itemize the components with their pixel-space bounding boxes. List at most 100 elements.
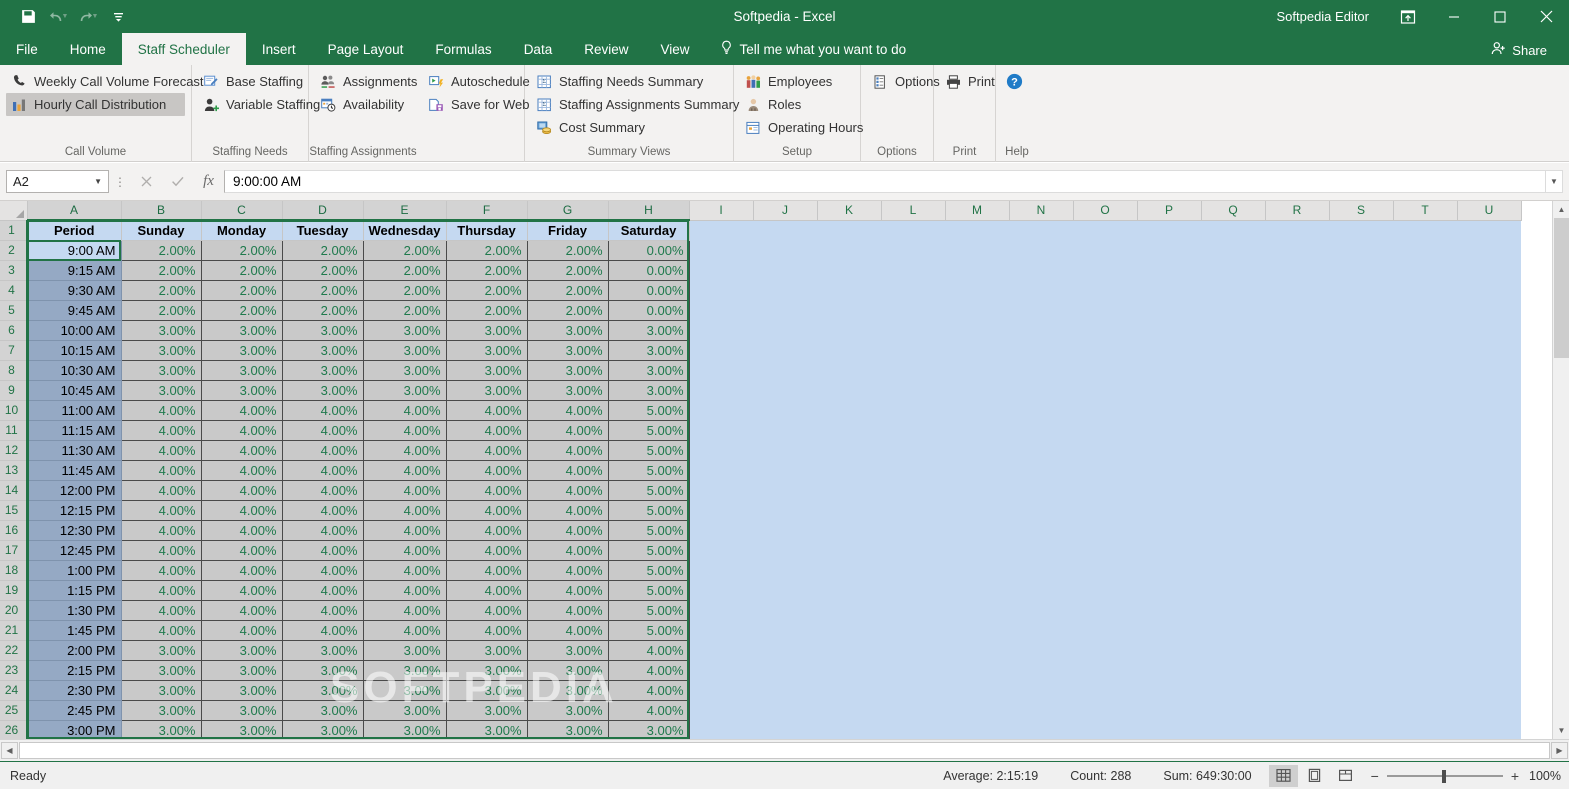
percent-cell[interactable]: 4.00% <box>282 620 364 641</box>
empty-cell[interactable] <box>945 520 1010 540</box>
row-header-13[interactable]: 13 <box>0 460 28 481</box>
percent-cell[interactable]: 3.00% <box>201 700 283 721</box>
column-header-m[interactable]: M <box>945 201 1010 221</box>
empty-cell[interactable] <box>1457 440 1522 460</box>
ribbon-display-options-icon[interactable] <box>1385 0 1431 33</box>
percent-cell[interactable]: 3.00% <box>282 360 364 381</box>
percent-cell[interactable]: 4.00% <box>282 500 364 521</box>
percent-cell[interactable]: 4.00% <box>121 400 202 421</box>
customize-quick-access-toolbar-icon[interactable] <box>104 5 132 29</box>
empty-cell[interactable] <box>753 400 818 420</box>
empty-cell[interactable] <box>753 700 818 720</box>
empty-cell[interactable] <box>753 460 818 480</box>
empty-cell[interactable] <box>945 440 1010 460</box>
period-cell[interactable]: 9:15 AM <box>27 260 122 281</box>
percent-cell[interactable]: 2.00% <box>446 300 528 321</box>
column-title-cell[interactable]: Period <box>27 220 122 241</box>
empty-cell[interactable] <box>1137 640 1202 660</box>
ribbon-item-variable-staffing[interactable]: Variable Staffing <box>198 93 320 116</box>
empty-cell[interactable] <box>1265 380 1330 400</box>
empty-cell[interactable] <box>817 500 882 520</box>
period-cell[interactable]: 2:15 PM <box>27 660 122 681</box>
empty-cell[interactable] <box>1265 540 1330 560</box>
empty-cell[interactable] <box>753 660 818 680</box>
empty-cell[interactable] <box>1009 340 1074 360</box>
empty-cell[interactable] <box>1329 360 1394 380</box>
percent-cell[interactable]: 3.00% <box>527 320 609 341</box>
empty-cell[interactable] <box>1137 500 1202 520</box>
scroll-up-icon[interactable]: ▲ <box>1553 201 1569 218</box>
empty-cell[interactable] <box>753 500 818 520</box>
empty-cell[interactable] <box>881 680 946 700</box>
percent-cell[interactable]: 3.00% <box>282 720 364 739</box>
empty-cell[interactable] <box>1009 360 1074 380</box>
empty-cell[interactable] <box>817 420 882 440</box>
empty-cell[interactable] <box>1457 520 1522 540</box>
empty-cell[interactable] <box>1329 420 1394 440</box>
empty-cell[interactable] <box>1201 480 1266 500</box>
empty-cell[interactable] <box>881 220 946 240</box>
percent-cell[interactable]: 4.00% <box>527 460 609 481</box>
row-header-21[interactable]: 21 <box>0 620 28 641</box>
empty-cell[interactable] <box>1393 440 1458 460</box>
empty-cell[interactable] <box>1329 620 1394 640</box>
empty-cell[interactable] <box>1073 520 1138 540</box>
empty-cell[interactable] <box>1393 560 1458 580</box>
percent-cell[interactable]: 3.00% <box>282 380 364 401</box>
empty-cell[interactable] <box>1009 680 1074 700</box>
percent-cell[interactable]: 4.00% <box>201 540 283 561</box>
vertical-scrollbar[interactable]: ▲ ▼ <box>1552 201 1569 739</box>
empty-cell[interactable] <box>753 580 818 600</box>
empty-cell[interactable] <box>1137 280 1202 300</box>
empty-cell[interactable] <box>1201 640 1266 660</box>
percent-cell[interactable]: 4.00% <box>446 620 528 641</box>
empty-cell[interactable] <box>1073 400 1138 420</box>
empty-cell[interactable] <box>753 480 818 500</box>
empty-cell[interactable] <box>1009 480 1074 500</box>
empty-cell[interactable] <box>817 340 882 360</box>
empty-cell[interactable] <box>881 460 946 480</box>
empty-cell[interactable] <box>1137 360 1202 380</box>
empty-cell[interactable] <box>1329 460 1394 480</box>
empty-cell[interactable] <box>1201 360 1266 380</box>
empty-cell[interactable] <box>689 540 754 560</box>
percent-cell[interactable]: 3.00% <box>121 640 202 661</box>
column-title-cell[interactable]: Monday <box>201 220 283 241</box>
scroll-down-icon[interactable]: ▼ <box>1553 722 1569 739</box>
empty-cell[interactable] <box>945 600 1010 620</box>
empty-cell[interactable] <box>753 280 818 300</box>
empty-cell[interactable] <box>817 460 882 480</box>
empty-cell[interactable] <box>817 680 882 700</box>
row-header-6[interactable]: 6 <box>0 320 28 341</box>
empty-cell[interactable] <box>1457 660 1522 680</box>
empty-cell[interactable] <box>1073 320 1138 340</box>
empty-cell[interactable] <box>1265 360 1330 380</box>
empty-cell[interactable] <box>689 720 754 739</box>
empty-cell[interactable] <box>1329 300 1394 320</box>
horizontal-scrollbar[interactable]: ◀ ▶ <box>0 739 1569 761</box>
percent-cell[interactable]: 4.00% <box>527 560 609 581</box>
column-header-t[interactable]: T <box>1393 201 1458 221</box>
empty-cell[interactable] <box>1457 240 1522 260</box>
empty-cell[interactable] <box>1265 520 1330 540</box>
horizontal-scroll-thumb[interactable] <box>20 743 1445 758</box>
percent-cell[interactable]: 3.00% <box>527 360 609 381</box>
empty-cell[interactable] <box>1137 320 1202 340</box>
user-name[interactable]: Softpedia Editor <box>1276 9 1369 24</box>
percent-cell[interactable]: 4.00% <box>282 540 364 561</box>
percent-cell[interactable]: 4.00% <box>201 620 283 641</box>
percent-cell[interactable]: 3.00% <box>121 320 202 341</box>
percent-cell[interactable]: 4.00% <box>608 640 690 661</box>
column-header-f[interactable]: F <box>446 201 528 221</box>
ribbon-item-weekly-call-volume-forecast[interactable]: Weekly Call Volume Forecast <box>6 70 204 93</box>
empty-cell[interactable] <box>1073 480 1138 500</box>
percent-cell[interactable]: 3.00% <box>527 700 609 721</box>
empty-cell[interactable] <box>1137 520 1202 540</box>
percent-cell[interactable]: 4.00% <box>446 500 528 521</box>
empty-cell[interactable] <box>753 240 818 260</box>
empty-cell[interactable] <box>817 620 882 640</box>
percent-cell[interactable]: 4.00% <box>446 480 528 501</box>
empty-cell[interactable] <box>817 360 882 380</box>
empty-cell[interactable] <box>1073 300 1138 320</box>
empty-cell[interactable] <box>817 400 882 420</box>
